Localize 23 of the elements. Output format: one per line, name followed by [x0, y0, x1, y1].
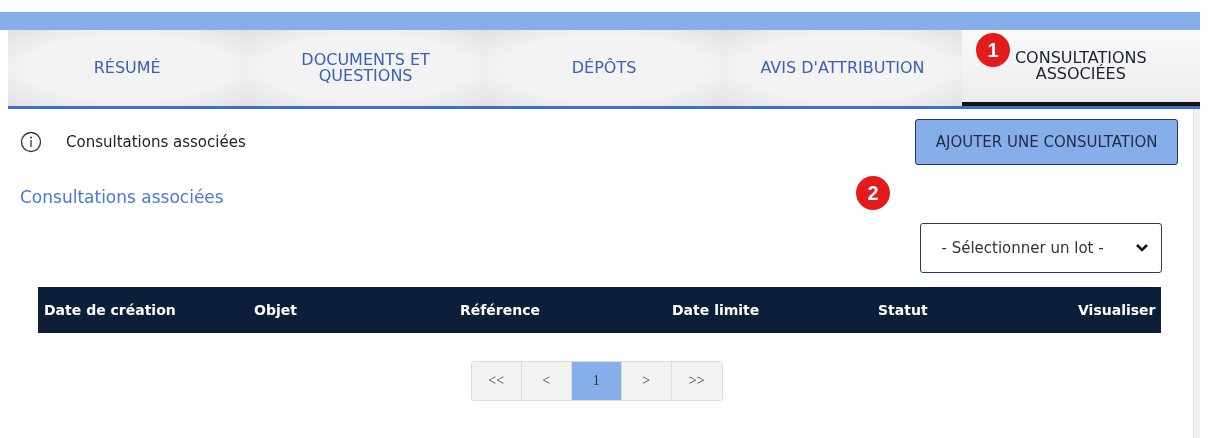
column-header: Visualiser — [1078, 302, 1156, 318]
add-consultation-button[interactable]: AJOUTER UNE CONSULTATION — [914, 119, 1179, 165]
callout-badge: 2 — [856, 176, 890, 210]
tab[interactable]: DÉPÔTS — [484, 30, 724, 106]
page-button[interactable]: 1 — [571, 362, 622, 400]
section-title: Consultations associées — [20, 187, 224, 207]
column-header: Date de création — [44, 302, 177, 318]
lot-select[interactable]: - Sélectionner un lot - — [920, 223, 1163, 273]
column-header: Objet — [254, 302, 298, 318]
column-header: Date limite — [672, 302, 761, 318]
page-button[interactable]: >> — [671, 362, 722, 400]
tab[interactable]: DOCUMENTS ET QUESTIONS — [246, 30, 485, 106]
page-button[interactable]: << — [471, 362, 522, 400]
chevron-down-icon — [1135, 243, 1150, 253]
page-button[interactable]: > — [621, 362, 672, 400]
page-button[interactable]: < — [521, 362, 572, 400]
info-icon — [20, 131, 42, 153]
column-header: Statut — [878, 302, 929, 318]
tab[interactable]: RÉSUMÉ — [8, 30, 247, 106]
column-header: Référence — [460, 302, 542, 318]
info-text: Consultations associées — [66, 133, 246, 151]
tab[interactable]: AVIS D'ATTRIBUTION — [723, 30, 962, 106]
scrollbar[interactable] — [1193, 109, 1200, 438]
